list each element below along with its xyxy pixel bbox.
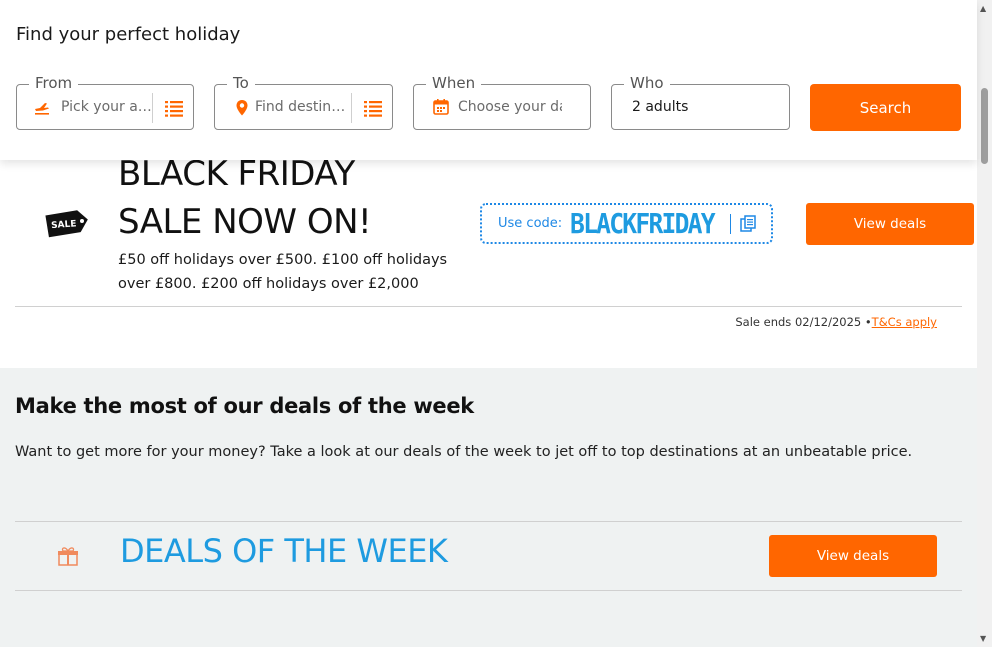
- panel-title: Find your perfect holiday: [16, 24, 241, 45]
- chevron-up-icon[interactable]: ▲: [980, 4, 986, 13]
- page-scrollbar[interactable]: ▲ ▼: [977, 0, 992, 647]
- divider: [15, 306, 962, 307]
- bf-headline-line1: BLACK FRIDAY: [118, 154, 355, 194]
- gift-icon: [58, 547, 78, 566]
- from-divider: [152, 93, 153, 123]
- divider: [15, 521, 962, 522]
- to-field[interactable]: To Find destinati...: [214, 74, 393, 130]
- who-value[interactable]: 2 adults: [632, 99, 688, 115]
- dow-view-deals-button[interactable]: View deals: [769, 535, 937, 577]
- code-label: Use code:: [498, 216, 563, 231]
- promo-code-box[interactable]: Use code: BLACKFRIDAY: [480, 203, 773, 244]
- divider: [15, 590, 962, 591]
- sale-tag-icon: SALE: [45, 210, 88, 238]
- chevron-down-icon[interactable]: ▼: [980, 634, 986, 643]
- to-input[interactable]: Find destinati...: [255, 99, 351, 115]
- sale-tag-text: SALE: [51, 219, 77, 231]
- promo-code: BLACKFRIDAY: [570, 207, 716, 240]
- scroll-thumb[interactable]: [981, 88, 988, 164]
- plane-icon: [35, 103, 49, 115]
- bf-headline-line2: SALE NOW ON!: [118, 202, 372, 242]
- from-label: From: [29, 74, 79, 92]
- when-input[interactable]: Choose your da: [458, 99, 562, 115]
- list-icon[interactable]: [362, 97, 384, 119]
- bf-view-deals-button[interactable]: View deals: [806, 203, 974, 245]
- calendar-icon: [433, 99, 449, 115]
- who-label: Who: [624, 74, 670, 92]
- sale-ends-text: Sale ends 02/12/2025 •T&Cs apply: [735, 315, 937, 329]
- when-field[interactable]: When Choose your da: [413, 74, 591, 130]
- deals-banner-title: DEALS OF THE WEEK: [120, 532, 448, 570]
- tcs-link[interactable]: T&Cs apply: [872, 315, 937, 329]
- deals-heading: Make the most of our deals of the week: [15, 394, 474, 418]
- to-label: To: [227, 74, 255, 92]
- code-separator: [730, 214, 731, 234]
- to-divider: [351, 93, 352, 123]
- deals-description: Want to get more for your money? Take a …: [15, 444, 913, 460]
- who-field[interactable]: Who 2 adults: [611, 74, 790, 130]
- deals-section: Make the most of our deals of the week W…: [0, 368, 977, 647]
- search-button[interactable]: Search: [810, 84, 961, 131]
- holiday-search-panel: Find your perfect holiday From Pick your…: [0, 0, 977, 160]
- when-label: When: [426, 74, 482, 92]
- from-field[interactable]: From Pick your air...: [16, 74, 194, 130]
- pin-icon: [236, 100, 248, 116]
- bf-description: £50 off holidays over £500. £100 off hol…: [118, 252, 448, 292]
- from-input[interactable]: Pick your air...: [61, 99, 153, 115]
- list-icon[interactable]: [163, 97, 185, 119]
- sale-ends-date: Sale ends 02/12/2025 •: [735, 315, 872, 329]
- copy-icon[interactable]: [740, 215, 756, 233]
